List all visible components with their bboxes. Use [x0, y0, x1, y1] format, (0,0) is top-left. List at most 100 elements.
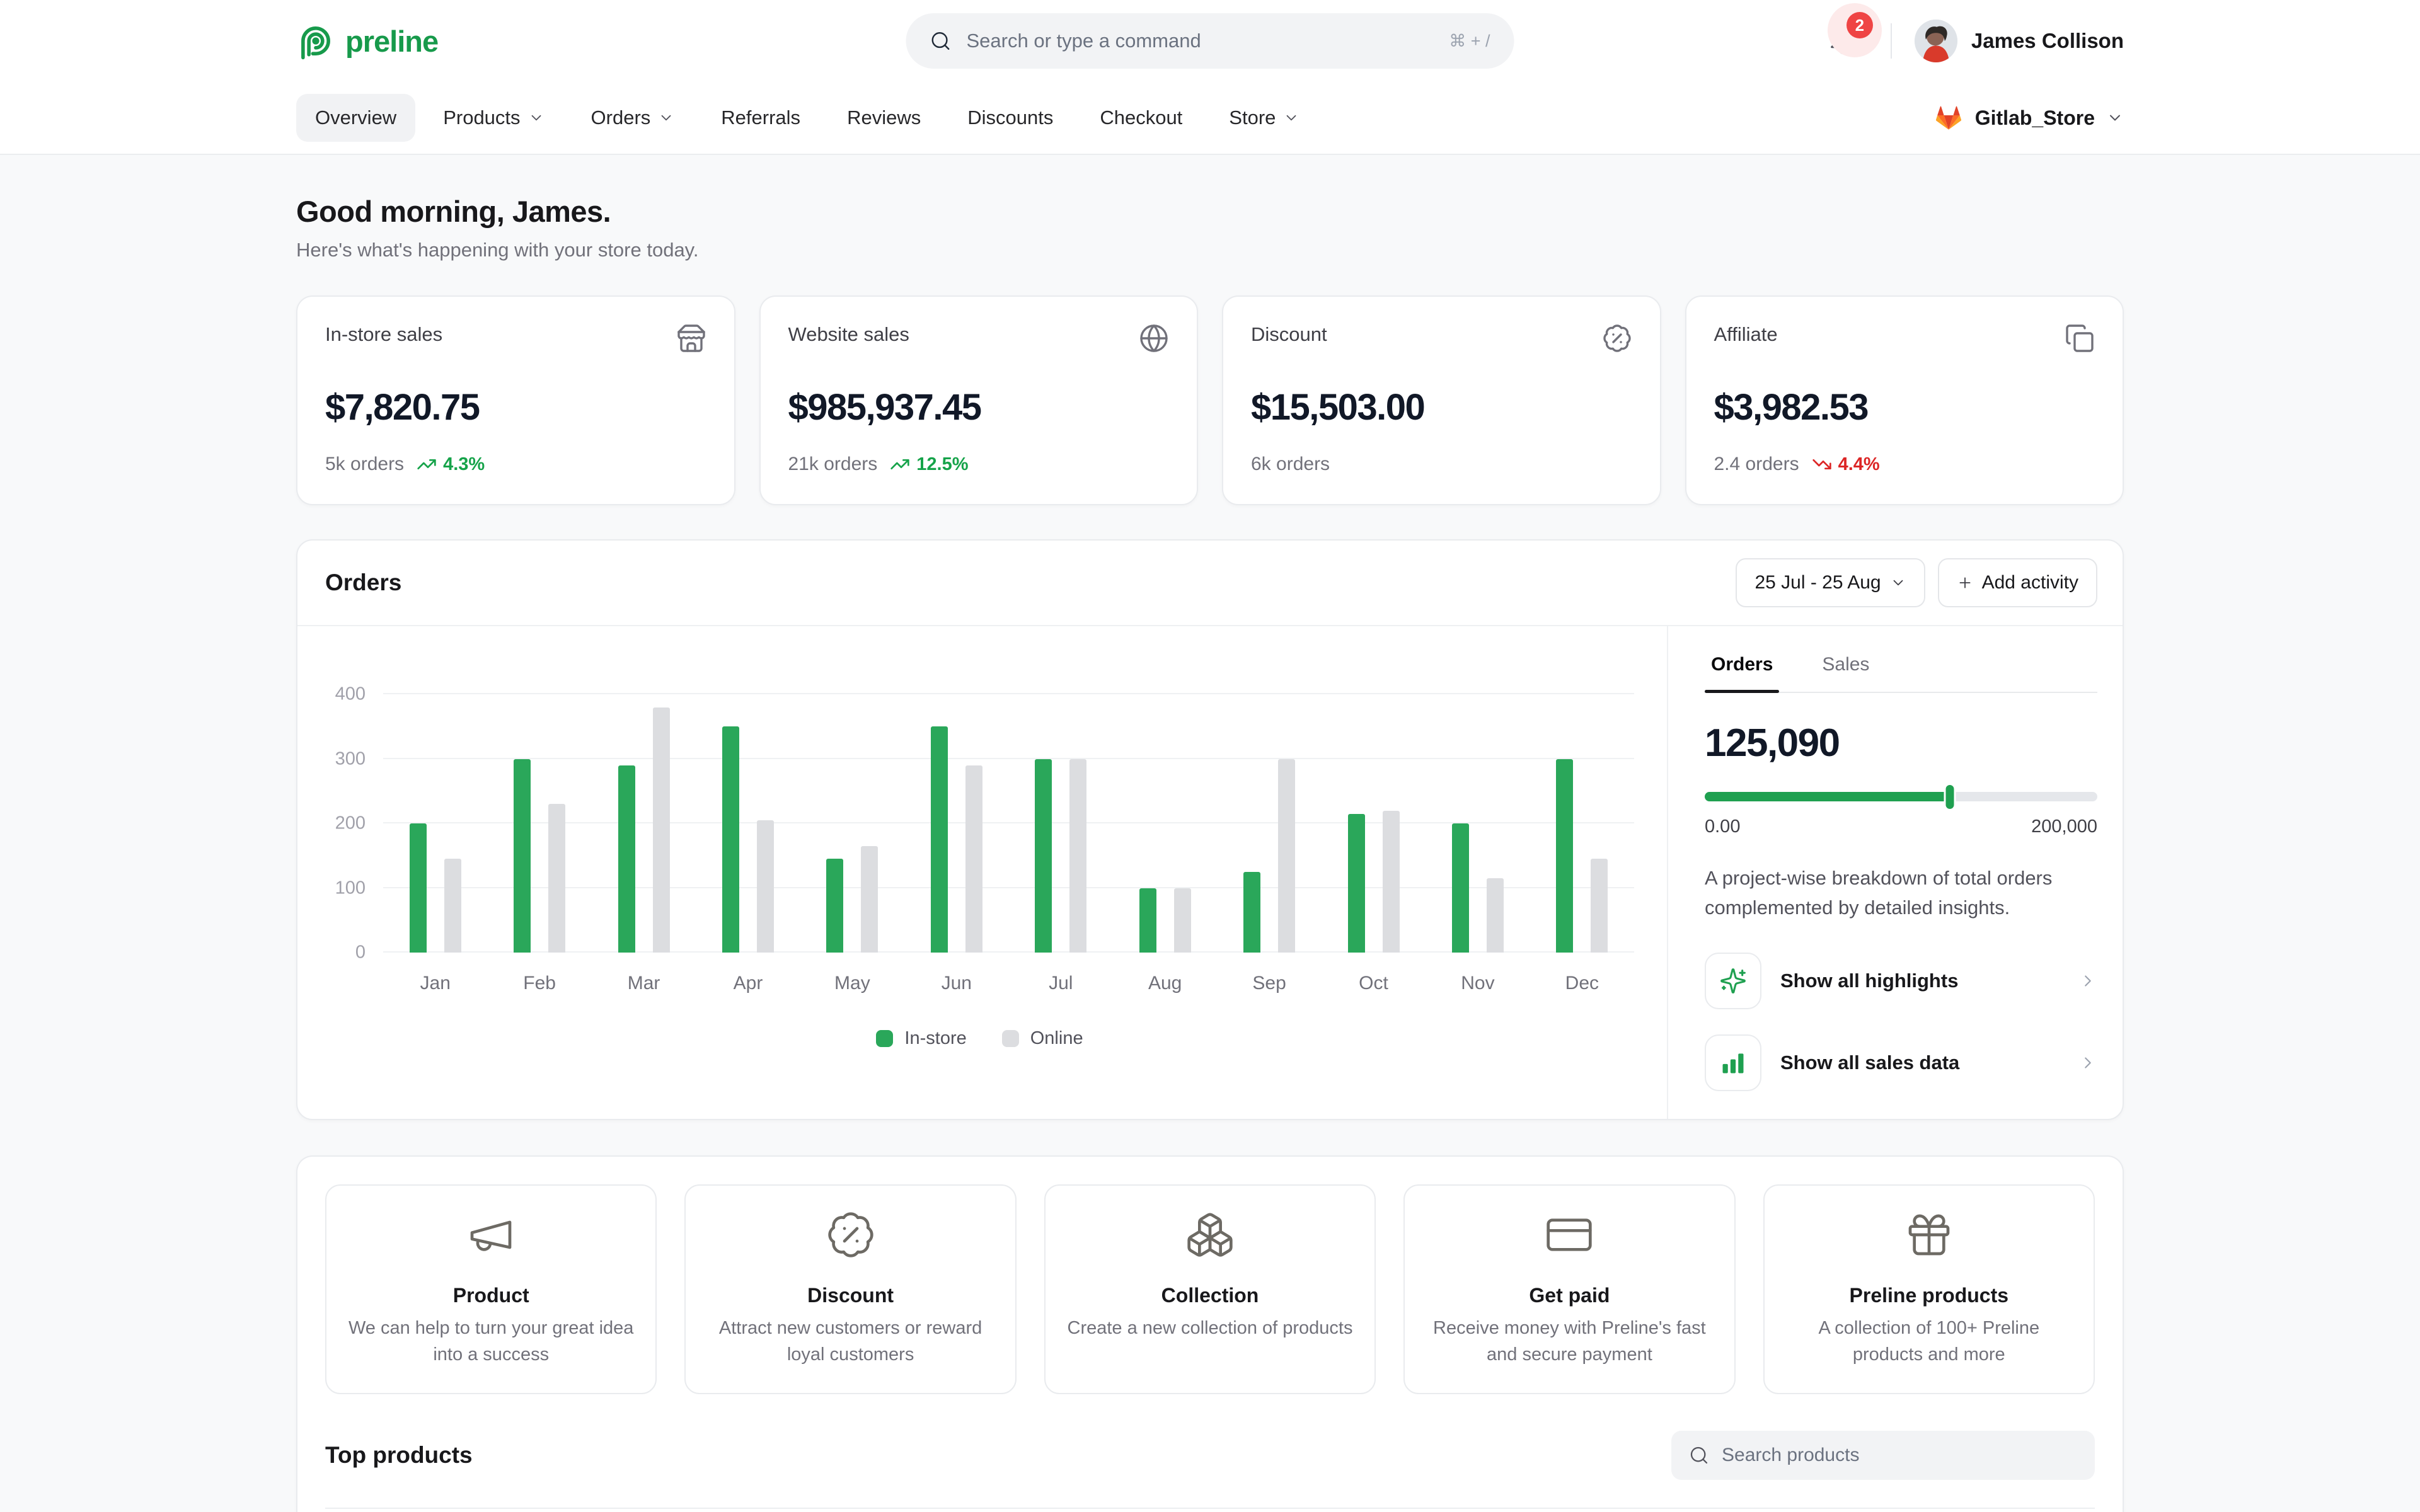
bar-in-store-apr[interactable] [722, 726, 739, 953]
user-menu[interactable]: James Collison [1915, 20, 2124, 62]
nav-item-discounts[interactable]: Discounts [948, 94, 1072, 142]
bar-in-store-aug[interactable] [1139, 888, 1156, 953]
stat-card-discount: Discount $15,503.00 6k orders [1222, 295, 1661, 505]
trending-down-icon [1812, 454, 1832, 474]
bar-groups [383, 650, 1634, 953]
lower-panel: Product We can help to turn your great i… [296, 1155, 2124, 1512]
store-switcher[interactable]: Gitlab_Store [1933, 103, 2124, 133]
tab-sales[interactable]: Sales [1816, 654, 1876, 692]
bar-online-jul[interactable] [1069, 759, 1086, 953]
greeting-title: Good morning, James. [296, 194, 2124, 229]
bar-in-store-mar[interactable] [618, 765, 635, 953]
x-axis-label: Nov [1426, 973, 1530, 994]
feature-card-collection[interactable]: Collection Create a new collection of pr… [1044, 1184, 1376, 1394]
nav-item-overview[interactable]: Overview [296, 94, 415, 142]
bar-online-feb[interactable] [548, 804, 565, 953]
chevron-right-icon [2078, 1053, 2097, 1072]
bar-online-aug[interactable] [1174, 888, 1191, 953]
logo-text: preline [345, 24, 438, 59]
search-input[interactable] [967, 30, 1434, 52]
bar-online-dec[interactable] [1591, 859, 1608, 953]
plus-icon [1957, 575, 1973, 591]
nav-item-products[interactable]: Products [424, 94, 563, 142]
bar-online-nov[interactable] [1487, 878, 1504, 953]
bar-in-store-jan[interactable] [410, 823, 427, 953]
legend-swatch-online [1002, 1030, 1019, 1047]
badge-percent-icon [1602, 323, 1632, 353]
nav-label: Products [443, 106, 520, 129]
bar-group-sep [1217, 650, 1321, 953]
legend-label: Online [1030, 1028, 1083, 1049]
x-axis-label: Sep [1217, 973, 1321, 994]
products-search[interactable] [1671, 1431, 2095, 1480]
nav-item-store[interactable]: Store [1210, 94, 1318, 142]
orders-progress-slider[interactable] [1705, 792, 2097, 801]
date-range-label: 25 Jul - 25 Aug [1754, 572, 1881, 593]
nav-label: Discounts [967, 106, 1053, 129]
gitlab-icon [1933, 103, 1964, 133]
stat-meta: 5k orders [325, 454, 404, 475]
bar-in-store-jul[interactable] [1035, 759, 1052, 953]
bar-online-mar[interactable] [653, 707, 670, 953]
show-all-sales-data-link[interactable]: Show all sales data [1705, 1034, 2097, 1091]
feature-title: Preline products [1783, 1284, 2075, 1307]
global-search[interactable]: ⌘ + / [906, 13, 1514, 69]
bar-online-may[interactable] [861, 846, 878, 953]
trending-up-icon [890, 454, 910, 474]
add-activity-button[interactable]: Add activity [1938, 558, 2097, 607]
gift-icon [1904, 1210, 1954, 1260]
bar-in-store-feb[interactable] [514, 759, 531, 953]
feature-card-discount[interactable]: Discount Attract new customers or reward… [684, 1184, 1016, 1394]
bar-group-apr [696, 650, 800, 953]
bar-online-jun[interactable] [965, 765, 982, 953]
stat-meta: 2.4 orders [1714, 454, 1799, 475]
bar-online-sep[interactable] [1278, 759, 1295, 953]
preline-logo-icon [296, 21, 335, 60]
nav-item-referrals[interactable]: Referrals [702, 94, 819, 142]
x-axis-label: Dec [1530, 973, 1634, 994]
bar-online-oct[interactable] [1383, 811, 1400, 953]
y-axis-label: 200 [325, 813, 366, 834]
x-axis-label: Feb [487, 973, 591, 994]
y-axis-label: 400 [325, 684, 366, 705]
orders-progress-thumb[interactable] [1946, 785, 1954, 809]
nav-label: Overview [315, 106, 396, 129]
bar-in-store-oct[interactable] [1348, 814, 1365, 953]
nav-item-orders[interactable]: Orders [572, 94, 694, 142]
link-label: Show all sales data [1780, 1051, 1959, 1074]
feature-title: Product [345, 1284, 637, 1307]
preline-logo[interactable]: preline [296, 21, 438, 60]
bar-in-store-sep[interactable] [1243, 872, 1260, 953]
feature-description: We can help to turn your great idea into… [345, 1315, 637, 1368]
feature-description: Receive money with Preline's fast and se… [1424, 1315, 1715, 1368]
feature-card-preline-products[interactable]: Preline products A collection of 100+ Pr… [1763, 1184, 2095, 1394]
bar-chart-icon [1705, 1034, 1761, 1091]
nav-item-checkout[interactable]: Checkout [1081, 94, 1201, 142]
user-name: James Collison [1971, 29, 2124, 53]
x-axis-label: Aug [1113, 973, 1217, 994]
nav-item-reviews[interactable]: Reviews [828, 94, 940, 142]
bar-online-jan[interactable] [444, 859, 461, 953]
feature-card-product[interactable]: Product We can help to turn your great i… [325, 1184, 657, 1394]
stat-value: $3,982.53 [1714, 386, 2095, 428]
greeting: Good morning, James. Here's what's happe… [296, 155, 2124, 261]
feature-description: A collection of 100+ Preline products an… [1783, 1315, 2075, 1368]
x-axis-label: Mar [592, 973, 696, 994]
bar-in-store-may[interactable] [826, 859, 843, 953]
add-activity-label: Add activity [1982, 572, 2078, 593]
show-all-highlights-link[interactable]: Show all highlights [1705, 953, 2097, 1009]
bar-online-apr[interactable] [757, 820, 774, 953]
bar-in-store-dec[interactable] [1556, 759, 1573, 953]
stat-trend: 12.5% [890, 454, 968, 475]
search-shortcut: ⌘ + / [1449, 32, 1490, 51]
tab-orders[interactable]: Orders [1705, 654, 1779, 692]
date-range-button[interactable]: 25 Jul - 25 Aug [1736, 558, 1925, 607]
products-search-input[interactable] [1722, 1445, 2077, 1466]
chevron-down-icon [658, 110, 674, 126]
bar-in-store-jun[interactable] [931, 726, 948, 953]
nav-label: Referrals [721, 106, 800, 129]
notifications-button[interactable]: 2 [1823, 21, 1863, 61]
bar-in-store-nov[interactable] [1452, 823, 1469, 953]
boxes-icon [1185, 1210, 1235, 1260]
feature-card-get-paid[interactable]: Get paid Receive money with Preline's fa… [1403, 1184, 1735, 1394]
